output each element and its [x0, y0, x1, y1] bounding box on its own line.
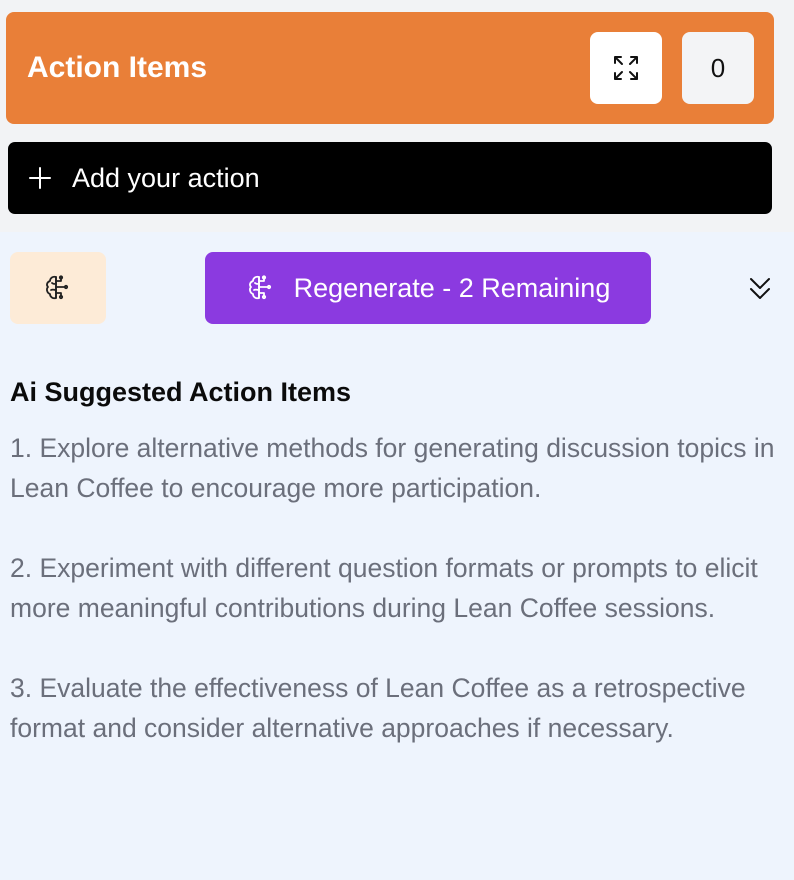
suggestion-item: 2. Experiment with different question fo…: [10, 553, 758, 623]
suggestions-list: 1. Explore alternative methods for gener…: [10, 428, 780, 788]
collapse-button[interactable]: [744, 270, 776, 306]
add-action-label: Add your action: [72, 162, 260, 193]
expand-arrows-icon: [614, 56, 638, 80]
action-count-badge: 0: [682, 32, 754, 104]
regenerate-label: Regenerate - 2 Remaining: [293, 272, 611, 303]
plus-icon: [29, 167, 51, 189]
action-items-header: Action Items 0: [6, 12, 774, 124]
expand-button[interactable]: [590, 32, 662, 104]
suggestion-item: 1. Explore alternative methods for gener…: [10, 433, 775, 503]
brain-icon: [248, 275, 271, 300]
header-title: Action Items: [27, 51, 208, 84]
regenerate-button[interactable]: Regenerate - 2 Remaining: [205, 252, 651, 324]
brain-icon: [46, 275, 69, 300]
suggestions-title: Ai Suggested Action Items: [10, 377, 352, 407]
ai-assist-button[interactable]: [10, 252, 106, 324]
double-chevron-down-icon: [750, 278, 770, 299]
suggestion-item: 3. Evaluate the effectiveness of Lean Co…: [10, 673, 746, 743]
add-action-button[interactable]: Add your action: [8, 142, 772, 214]
